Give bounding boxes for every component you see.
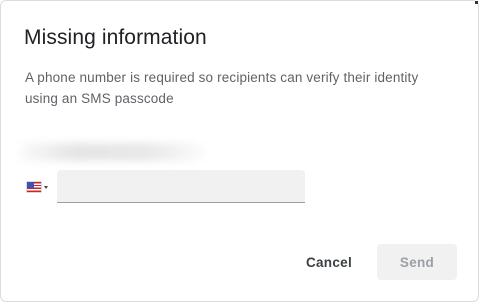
redacted-label: [19, 143, 205, 161]
dialog-description: A phone number is required so recipients…: [25, 70, 419, 106]
phone-number-input[interactable]: [57, 170, 305, 203]
us-flag-icon: [27, 182, 41, 192]
missing-information-dialog: Missing information A phone number is re…: [0, 0, 479, 302]
corner-accent: [475, 1, 478, 4]
caret-down-icon: [44, 185, 48, 189]
send-button[interactable]: Send: [377, 244, 457, 280]
dialog-title: Missing information: [24, 26, 207, 49]
cancel-button[interactable]: Cancel: [296, 244, 362, 280]
country-code-select[interactable]: [27, 179, 53, 195]
